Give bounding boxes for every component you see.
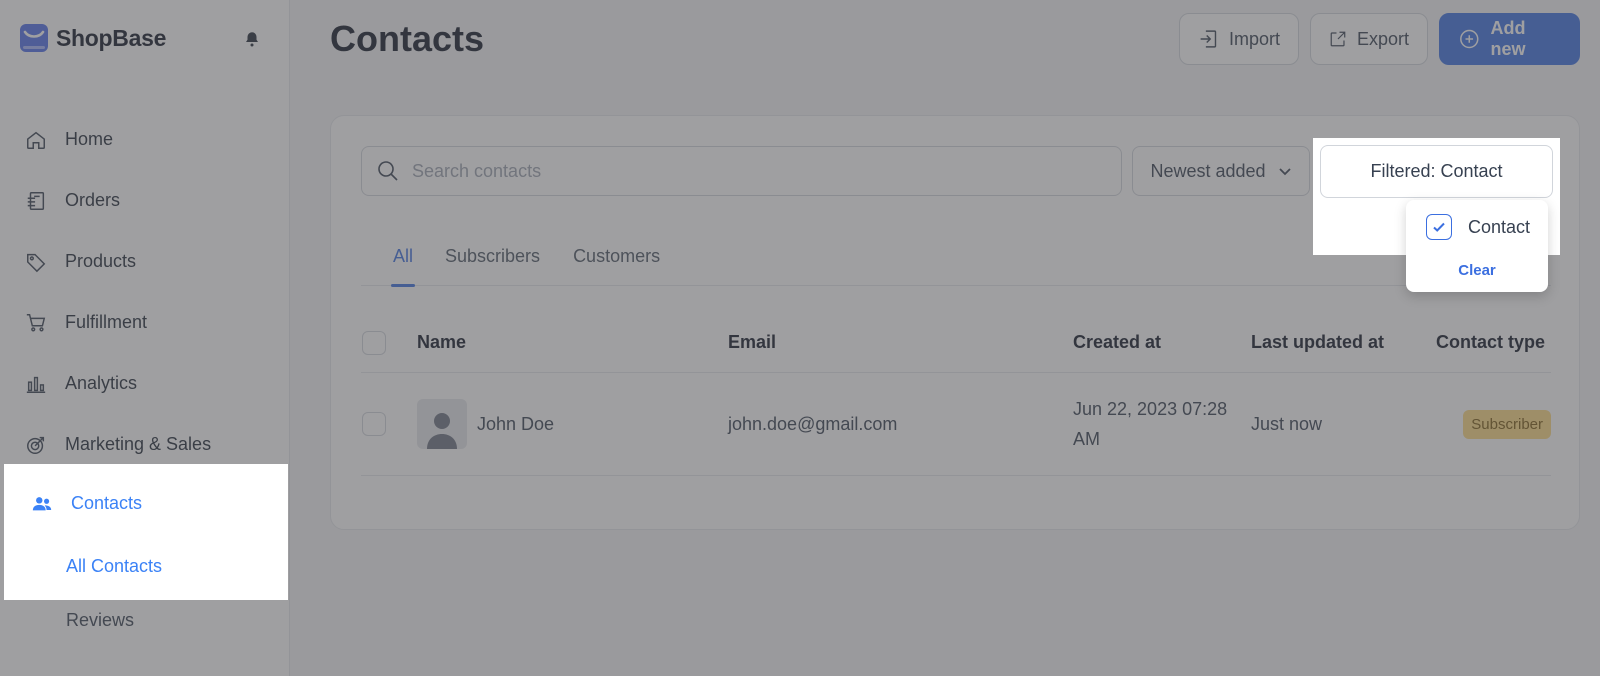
sidebar-item-products[interactable]: Products: [0, 231, 290, 292]
row-checkbox[interactable]: [362, 412, 386, 436]
sidebar-subitem-label: All Contacts: [66, 555, 163, 576]
contact-type-badge: Subscriber: [1463, 409, 1551, 439]
sidebar-item-label: Products: [65, 251, 137, 271]
contact-name-cell: John Doe: [417, 399, 554, 449]
column-header-updated[interactable]: Last updated at: [1251, 332, 1384, 353]
export-icon: [1330, 31, 1346, 47]
chevron-down-icon: [1278, 168, 1291, 176]
sidebar-item-label: Marketing & Sales: [65, 434, 212, 454]
sidebar-item-analytics[interactable]: Analytics: [0, 353, 290, 414]
brand-name: ShopBase: [56, 24, 167, 51]
export-button[interactable]: Export: [1310, 13, 1428, 65]
search-input[interactable]: [412, 160, 1092, 182]
tag-icon: [24, 250, 48, 274]
filter-button[interactable]: Filtered: Contact: [1320, 145, 1553, 198]
user-placeholder-icon: [427, 413, 457, 449]
table-row[interactable]: John Doe john.doe@gmail.com Jun 22, 2023…: [361, 373, 1551, 476]
tab-customers[interactable]: Customers: [573, 244, 692, 286]
table-header: Name Email Created at Last updated at Co…: [361, 313, 1551, 373]
sidebar-item-label: Contacts: [71, 493, 143, 513]
shopbase-logo-icon: [20, 24, 48, 52]
sidebar-item-label: Orders: [65, 190, 121, 210]
filter-dropdown: Contact Clear: [1406, 200, 1548, 292]
contacts-table: Name Email Created at Last updated at Co…: [361, 313, 1551, 476]
page-title: Contacts: [330, 18, 485, 59]
export-label: Export: [1356, 28, 1409, 49]
sidebar-item-label: Home: [65, 129, 114, 149]
contact-name[interactable]: John Doe: [477, 414, 554, 435]
import-button[interactable]: Import: [1179, 13, 1299, 65]
sort-label: Newest added: [1150, 160, 1266, 181]
sort-select[interactable]: Newest added: [1132, 146, 1310, 196]
tab-all[interactable]: All: [361, 244, 416, 287]
sidebar-item-home[interactable]: Home: [0, 109, 290, 170]
select-all-checkbox[interactable]: [362, 330, 386, 355]
filter-label: Filtered: Contact: [1370, 161, 1503, 181]
import-label: Import: [1228, 28, 1280, 49]
column-header-email[interactable]: Email: [728, 332, 776, 353]
cart-icon: [24, 311, 48, 335]
add-new-button[interactable]: Add new: [1439, 13, 1580, 65]
contact-last-updated: Just now: [1251, 413, 1323, 434]
home-icon: [24, 128, 48, 152]
sidebar-subitem-all-contacts-highlight[interactable]: All Contacts: [50, 542, 283, 590]
filter-option-contact[interactable]: Contact: [1426, 214, 1530, 240]
column-header-name[interactable]: Name: [417, 332, 466, 353]
sidebar-item-label: Fulfillment: [65, 312, 148, 332]
brand[interactable]: ShopBase: [20, 24, 166, 52]
highlight-contacts-nav: Contacts All Contacts: [4, 464, 288, 600]
column-header-type[interactable]: Contact type: [1436, 332, 1545, 353]
filter-option-checkbox[interactable]: [1426, 214, 1452, 240]
add-new-label: Add new: [1490, 18, 1526, 59]
sidebar-item-label: Analytics: [65, 373, 138, 393]
users-icon: [30, 492, 54, 516]
target-icon: [24, 433, 48, 457]
bell-icon[interactable]: [243, 30, 261, 48]
bar-chart-icon: [24, 372, 48, 396]
avatar: [417, 399, 467, 449]
sidebar-subitem-label: Reviews: [66, 609, 135, 630]
orders-icon: [24, 189, 48, 213]
sidebar-item-orders[interactable]: Orders: [0, 170, 290, 231]
sidebar-item-contacts-highlight[interactable]: Contacts: [10, 474, 283, 533]
search-icon: [378, 161, 398, 181]
contact-email: john.doe@gmail.com: [728, 413, 898, 434]
created-at-line2: AM: [1073, 429, 1100, 449]
column-header-created[interactable]: Created at: [1073, 332, 1161, 353]
contact-created-at: Jun 22, 2023 07:28 AM: [1073, 394, 1227, 454]
sidebar-subitem-reviews[interactable]: Reviews: [0, 592, 290, 648]
filter-option-label: Contact: [1468, 216, 1531, 237]
sidebar-item-fulfillment[interactable]: Fulfillment: [0, 292, 290, 353]
clear-filter-button[interactable]: Clear: [1406, 262, 1548, 279]
created-at-line1: Jun 22, 2023 07:28: [1073, 399, 1228, 419]
checkmark-icon: [1433, 222, 1445, 232]
import-icon: [1200, 30, 1217, 48]
plus-circle-icon: [1460, 29, 1479, 49]
search-box[interactable]: [361, 146, 1122, 196]
tab-subscribers[interactable]: Subscribers: [445, 244, 540, 286]
